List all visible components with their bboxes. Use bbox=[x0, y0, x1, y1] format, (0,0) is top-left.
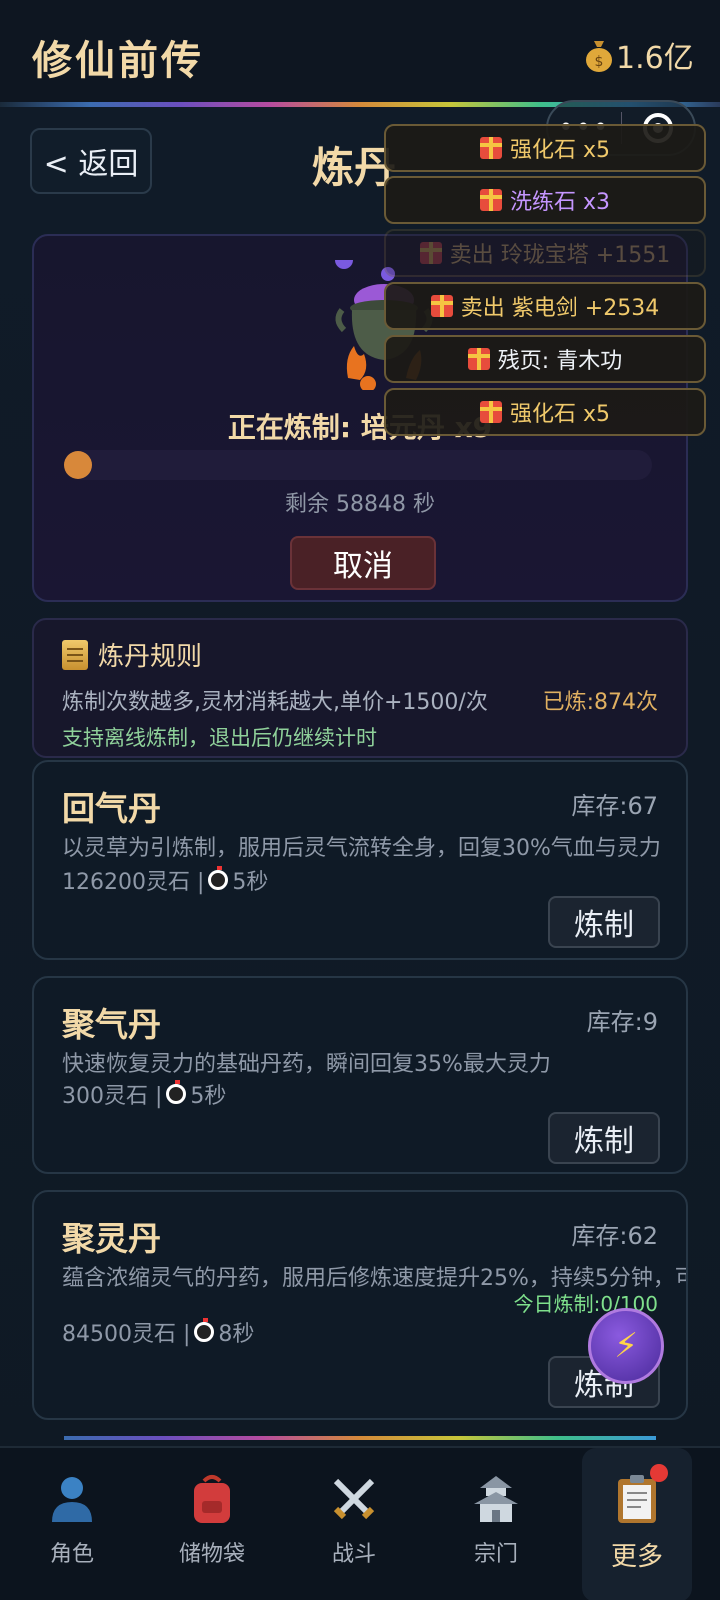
nav-label: 储物袋 bbox=[178, 1542, 245, 1567]
reward-toast: 残页: 青木功 bbox=[384, 335, 706, 383]
pill-description: 快速恢复灵力的基础丹药，瞬间回复35%最大灵力 bbox=[62, 1052, 551, 1077]
progress-knob bbox=[64, 451, 92, 479]
refine-button[interactable]: 炼制 bbox=[548, 896, 660, 948]
person-icon bbox=[45, 1472, 99, 1526]
toast-text: 卖出 紫电剑 +2534 bbox=[460, 296, 660, 321]
top-bar: 修仙前传 $ 1.6亿 bbox=[0, 0, 720, 106]
reward-toast: 强化石 x5 bbox=[384, 124, 706, 172]
rules-panel: 炼丹规则 炼制次数越多,灵材消耗越大,单价+1500/次 已炼:874次 支持离… bbox=[32, 618, 688, 758]
reward-toast: 卖出 紫电剑 +2534 bbox=[384, 282, 706, 330]
pill-name: 聚气丹 bbox=[62, 1005, 161, 1044]
reward-toast: 强化石 x5 bbox=[384, 388, 706, 436]
pill-cost: 300灵石 | 5秒 bbox=[62, 1078, 226, 1110]
pill-cost: 84500灵石 | 8秒 bbox=[62, 1316, 254, 1348]
scroll-icon bbox=[62, 639, 88, 670]
toast-text: 洗练石 x3 bbox=[509, 190, 610, 215]
app-title: 修仙前传 bbox=[32, 38, 204, 84]
rules-title-text: 炼丹规则 bbox=[98, 642, 203, 672]
gift-icon bbox=[467, 348, 490, 370]
pill-card-huiqi: 回气丹 库存:67 以灵草为引炼制，服用后灵气流转全身，回复30%气血与灵力 1… bbox=[32, 760, 688, 960]
pill-stock: 库存:67 bbox=[571, 792, 658, 820]
pill-card-juling: 聚灵丹 库存:62 蕴含浓缩灵气的丹药，服用后修炼速度提升25%，持续5分钟，可… bbox=[32, 1190, 688, 1420]
pill-time: 5秒 bbox=[232, 870, 269, 895]
toast-text: 残页: 青木功 bbox=[497, 349, 623, 374]
gift-icon bbox=[430, 295, 453, 317]
nav-item-battle[interactable]: 战斗 bbox=[282, 1448, 426, 1600]
pill-description: 以灵草为引炼制，服用后灵气流转全身，回复30%气血与灵力 bbox=[62, 836, 661, 861]
pill-card-juqi: 聚气丹 库存:9 快速恢复灵力的基础丹药，瞬间回复35%最大灵力 300灵石 |… bbox=[32, 976, 688, 1174]
rules-title: 炼丹规则 bbox=[62, 636, 202, 673]
nav-item-inventory[interactable]: 储物袋 bbox=[140, 1448, 284, 1600]
nav-item-sect[interactable]: 宗门 bbox=[424, 1448, 568, 1600]
reward-toast: 卖出 玲珑宝塔 +1551 bbox=[384, 229, 706, 277]
refined-count: 已炼:874次 bbox=[542, 690, 658, 715]
toast-text: 卖出 玲珑宝塔 +1551 bbox=[449, 243, 671, 268]
pill-name: 回气丹 bbox=[62, 789, 161, 828]
bottom-nav: 角色 储物袋 战斗 宗门 更多 bbox=[0, 1446, 720, 1600]
pill-price: 300灵石 | bbox=[62, 1084, 163, 1109]
pill-cost: 126200灵石 | 5秒 bbox=[62, 864, 268, 896]
gift-icon bbox=[479, 401, 502, 423]
nav-item-character[interactable]: 角色 bbox=[0, 1448, 144, 1600]
nav-label: 宗门 bbox=[473, 1542, 518, 1567]
rules-offline-text: 支持离线炼制，退出后仍继续计时 bbox=[62, 726, 377, 750]
bottom-nav-divider bbox=[64, 1436, 656, 1440]
refine-button[interactable]: 炼制 bbox=[548, 1112, 660, 1164]
lightning-icon[interactable]: ⚡ bbox=[588, 1308, 664, 1384]
pagoda-icon bbox=[469, 1472, 523, 1526]
nav-label: 更多 bbox=[610, 1542, 663, 1572]
pill-name: 聚灵丹 bbox=[62, 1219, 161, 1258]
back-button[interactable]: < 返回 bbox=[30, 128, 152, 194]
nav-label: 角色 bbox=[49, 1542, 94, 1567]
cancel-button[interactable]: 取消 bbox=[290, 536, 436, 590]
notification-dot bbox=[650, 1464, 668, 1482]
money-value: 1.6亿 bbox=[616, 41, 694, 76]
pill-price: 126200灵石 | bbox=[62, 870, 205, 895]
remaining-time: 剩余 58848 秒 bbox=[285, 492, 435, 517]
progress-bar bbox=[64, 450, 652, 480]
gift-icon bbox=[419, 242, 442, 264]
pill-price: 84500灵石 | bbox=[62, 1322, 191, 1347]
pill-time: 5秒 bbox=[190, 1084, 227, 1109]
stopwatch-icon bbox=[194, 1318, 215, 1342]
gift-icon bbox=[479, 137, 502, 159]
gift-icon bbox=[479, 189, 502, 211]
toast-text: 强化石 x5 bbox=[509, 402, 610, 427]
nav-item-more[interactable]: 更多 bbox=[582, 1448, 692, 1600]
nav-label: 战斗 bbox=[331, 1542, 376, 1567]
toast-text: 强化石 x5 bbox=[509, 138, 610, 163]
pill-stock: 库存:9 bbox=[586, 1008, 658, 1036]
stopwatch-icon bbox=[208, 866, 229, 890]
rules-cost-text: 炼制次数越多,灵材消耗越大,单价+1500/次 bbox=[62, 690, 488, 715]
svg-text:$: $ bbox=[595, 54, 604, 70]
reward-toast: 洗练石 x3 bbox=[384, 176, 706, 224]
pill-time: 8秒 bbox=[218, 1322, 255, 1347]
pill-stock: 库存:62 bbox=[571, 1222, 658, 1250]
crossed-swords-icon bbox=[327, 1472, 381, 1526]
backpack-icon bbox=[185, 1472, 239, 1526]
money-display: $ 1.6亿 bbox=[584, 33, 694, 77]
stopwatch-icon bbox=[166, 1080, 187, 1104]
money-bag-icon: $ bbox=[586, 41, 612, 72]
